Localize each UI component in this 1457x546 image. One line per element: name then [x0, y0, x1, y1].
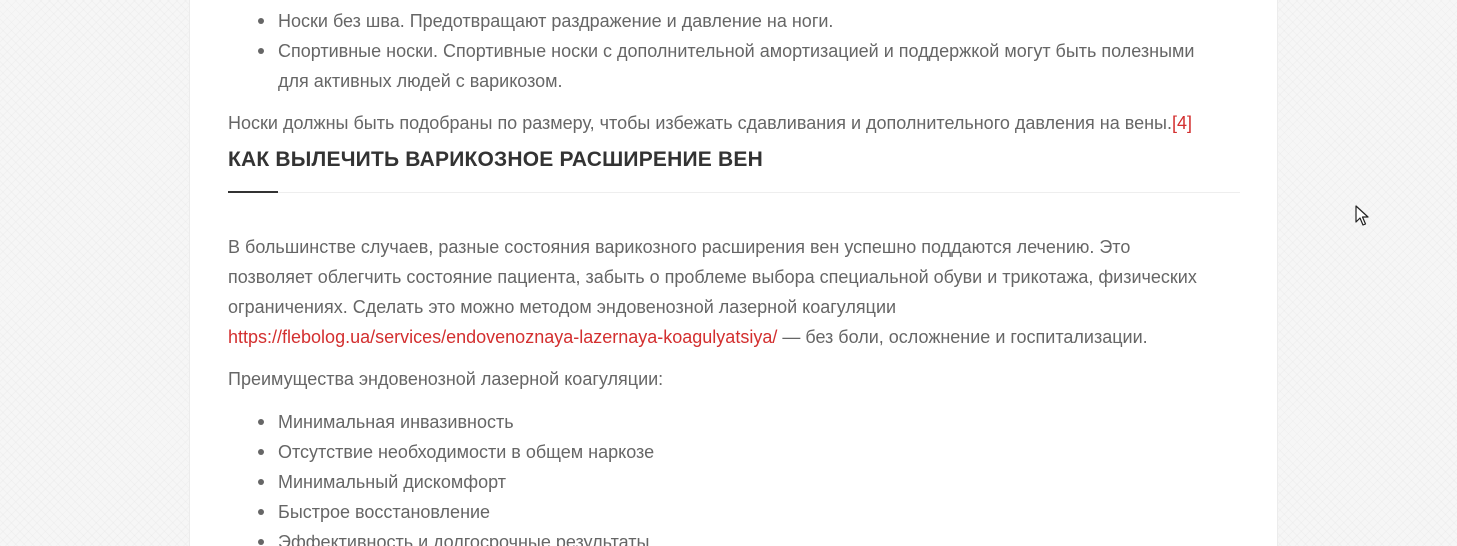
paragraph-line: ограничениях. Сделать это можно методом … — [228, 297, 897, 317]
heading-divider — [228, 192, 1240, 193]
reference-link[interactable]: [4] — [1172, 113, 1192, 133]
bullet-icon — [258, 18, 264, 24]
bullet-icon — [258, 48, 264, 54]
article-content-panel: Носки без шва. Предотвращают раздражение… — [189, 0, 1278, 546]
list-item-text-continued: для активных людей с варикозом. — [278, 71, 563, 91]
bullet-icon — [258, 449, 264, 455]
list-item-text: Быстрое восстановление — [278, 502, 491, 522]
list-item: Отсутствие необходимости в общем наркозе — [258, 437, 1242, 467]
socks-size-paragraph: Носки должны быть подобраны по размеру, … — [228, 108, 1192, 138]
treatment-paragraph: В большинстве случаев, разные состояния … — [228, 232, 1238, 352]
list-item-text: Носки без шва. Предотвращают раздражение… — [278, 11, 834, 31]
list-item-text: Отсутствие необходимости в общем наркозе — [278, 442, 655, 462]
list-item-text: Минимальная инвазивность — [278, 412, 514, 432]
advantages-list: Минимальная инвазивность Отсутствие необ… — [258, 407, 1242, 546]
bullet-icon — [258, 539, 264, 545]
bullet-icon — [258, 509, 264, 515]
advantages-intro: Преимущества эндовенозной лазерной коагу… — [228, 369, 664, 389]
list-item: Эффективность и долгосрочные результаты — [258, 527, 1242, 546]
paragraph-tail: — без боли, осложнение и госпитализации. — [777, 327, 1148, 347]
socks-list: Носки без шва. Предотвращают раздражение… — [258, 6, 1242, 96]
treatment-url-link[interactable]: https://flebolog.ua/services/endovenozna… — [228, 327, 777, 347]
paragraph-line: В большинстве случаев, разные состояния … — [228, 237, 1131, 257]
list-item-text: Спортивные носки. Спортивные носки с доп… — [278, 41, 1195, 61]
list-item: Минимальный дискомфорт — [258, 467, 1242, 497]
mouse-cursor-icon — [1355, 205, 1369, 226]
section-heading: КАК ВЫЛЕЧИТЬ ВАРИКОЗНОЕ РАСШИРЕНИЕ ВЕН — [228, 148, 763, 171]
list-item: Быстрое восстановление — [258, 497, 1242, 527]
heading-accent-bar — [228, 191, 278, 193]
list-item: Спортивные носки. Спортивные носки с доп… — [258, 36, 1242, 96]
paragraph-line: позволяет облегчить состояние пациента, … — [228, 267, 1197, 287]
bullet-icon — [258, 419, 264, 425]
list-item: Минимальная инвазивность — [258, 407, 1242, 437]
list-item-text: Минимальный дискомфорт — [278, 472, 506, 492]
bullet-icon — [258, 479, 264, 485]
list-item: Носки без шва. Предотвращают раздражение… — [258, 6, 1242, 36]
list-item-text: Эффективность и долгосрочные результаты — [278, 532, 650, 546]
paragraph-text: Носки должны быть подобраны по размеру, … — [228, 113, 1172, 133]
